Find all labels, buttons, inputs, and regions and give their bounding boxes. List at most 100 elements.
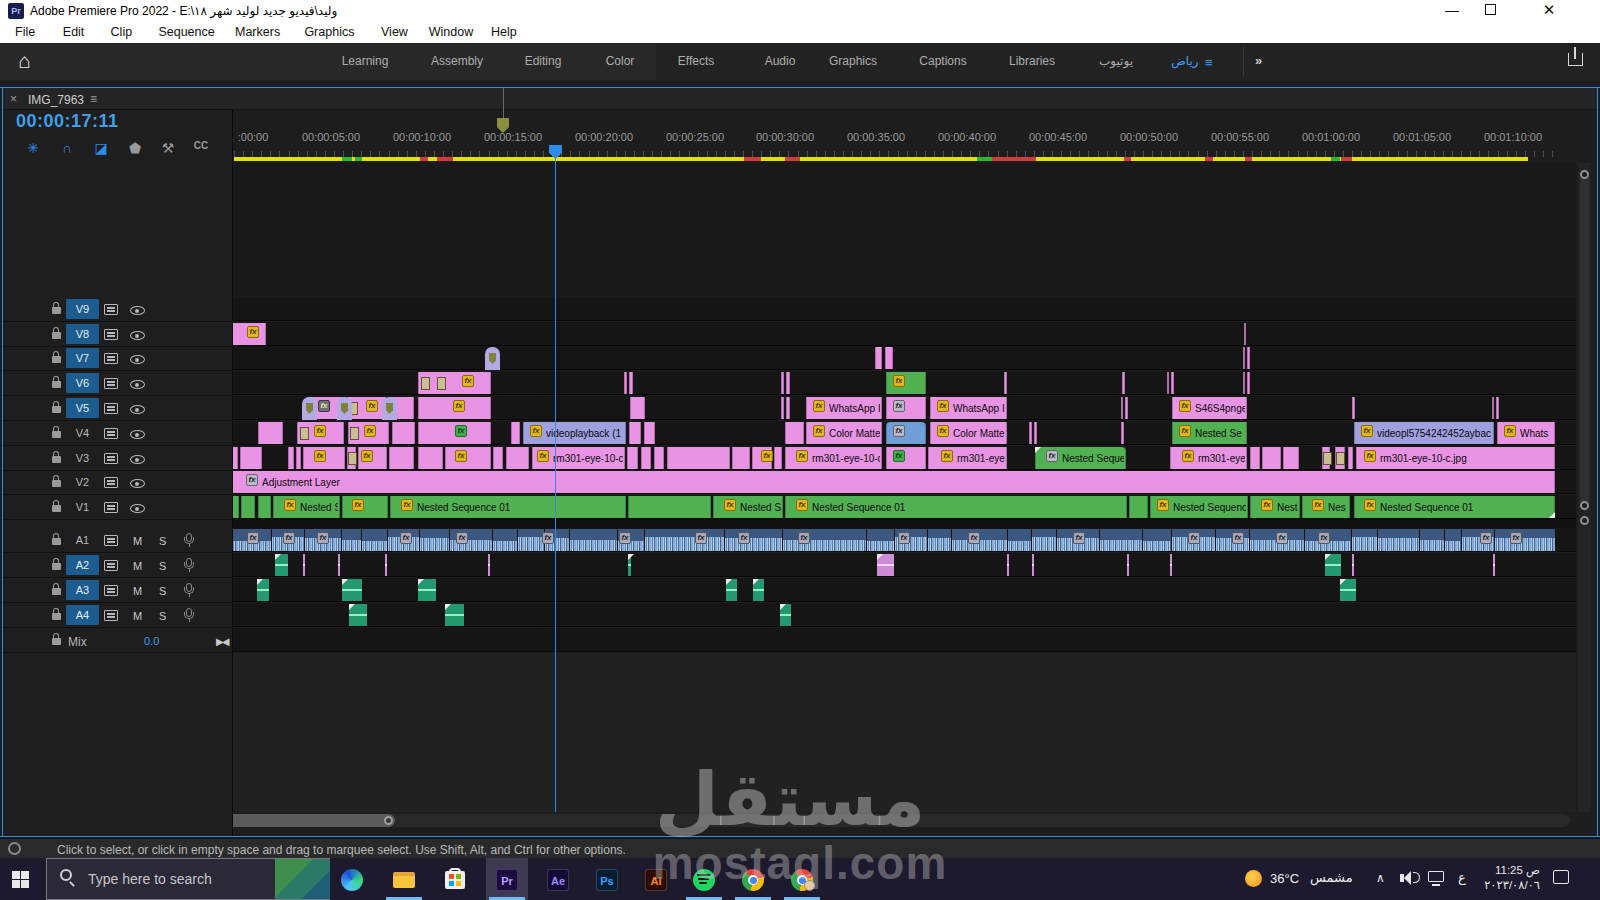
lock-icon[interactable] [52, 307, 61, 314]
timeline-clip[interactable] [644, 422, 655, 444]
timeline-clip[interactable] [1247, 372, 1250, 394]
network-display-icon[interactable] [1428, 871, 1444, 882]
timeline-clip[interactable] [641, 447, 651, 469]
timeline-clip[interactable] [240, 447, 262, 469]
lock-icon[interactable] [52, 431, 61, 438]
track-button-v1[interactable]: V1 [66, 497, 99, 517]
workspace-tab-learning[interactable]: Learning [320, 54, 410, 68]
captions-icon[interactable]: CC [190, 140, 212, 151]
timecode-display[interactable]: 00:00:17:11 [16, 111, 119, 132]
lock-icon[interactable] [52, 638, 61, 645]
lock-icon[interactable] [52, 563, 61, 570]
tray-chevron-icon[interactable]: ∧ [1376, 871, 1385, 885]
weather-condition[interactable]: مشمس [1310, 870, 1353, 885]
solo-button[interactable]: S [159, 535, 166, 547]
track-button-a1[interactable]: A1 [66, 530, 99, 550]
timeline-clip[interactable] [627, 447, 638, 469]
menu-clip[interactable]: Clip [102, 25, 142, 39]
timeline-clip[interactable] [1348, 447, 1353, 469]
timeline-clip[interactable] [667, 447, 730, 469]
timeline-clip[interactable] [885, 347, 893, 369]
timeline-clip[interactable] [1492, 397, 1494, 419]
audio-track-lane[interactable] [233, 603, 1576, 627]
tray-date[interactable]: ٢٠٢٣/٠٨/٠٦ [1472, 878, 1540, 892]
timeline-clip[interactable] [418, 447, 443, 469]
settings-icon[interactable]: ⚒ [157, 140, 179, 156]
timeline-clip[interactable] [1247, 347, 1250, 369]
timeline-clip[interactable] [732, 447, 750, 469]
timeline-clip[interactable] [1244, 323, 1246, 345]
workspace-tab-captions[interactable]: Captions [898, 54, 988, 68]
mute-button[interactable]: M [133, 610, 142, 622]
menu-help[interactable]: Help [482, 25, 526, 39]
lock-icon[interactable] [52, 588, 61, 595]
weather-temp[interactable]: 36°C [1270, 871, 1299, 886]
timeline-clip[interactable] [1121, 422, 1124, 444]
timeline-clip[interactable] [1171, 372, 1174, 394]
linked-selection-icon[interactable]: ◪ [90, 140, 112, 156]
tray-time[interactable]: 11:25 ص [1480, 863, 1540, 877]
timeline-clip[interactable] [781, 372, 784, 394]
timeline-clip[interactable] [1262, 447, 1281, 469]
timeline-clip[interactable] [389, 447, 414, 469]
tray-language[interactable]: ع [1458, 870, 1466, 885]
timeline-clip[interactable] [1029, 422, 1032, 444]
timeline-clip[interactable] [1122, 372, 1125, 394]
track-button-v5[interactable]: V5 [66, 398, 99, 418]
menu-file[interactable]: File [6, 25, 44, 39]
lock-icon[interactable] [52, 406, 61, 413]
menu-sequence[interactable]: Sequence [149, 25, 223, 39]
timeline-clip[interactable] [241, 496, 255, 518]
timeline-clip[interactable] [774, 447, 782, 469]
start-button[interactable] [12, 871, 20, 879]
menu-edit[interactable]: Edit [54, 25, 94, 39]
timeline-clip[interactable] [1125, 397, 1128, 419]
taskbar-icon-premiere[interactable]: Pr [496, 869, 518, 891]
timeline-clip[interactable] [875, 347, 882, 369]
timeline-clip[interactable] [629, 422, 641, 444]
mute-button[interactable]: M [133, 535, 142, 547]
workspace-tab-graphics[interactable]: Graphics [808, 54, 898, 68]
menu-graphics[interactable]: Graphics [295, 25, 363, 39]
timeline-clip[interactable] [392, 422, 415, 444]
workspace-menu-icon[interactable]: ≡ [1205, 55, 1213, 70]
track-button-v4[interactable]: V4 [66, 423, 99, 443]
workspace-tab-effects[interactable]: Effects [651, 54, 741, 68]
vertical-scrollbar-thumb[interactable] [1580, 170, 1589, 510]
mute-button[interactable]: M [133, 585, 142, 597]
solo-button[interactable]: S [159, 585, 166, 597]
audio-track-lane[interactable] [233, 553, 1576, 577]
lock-icon[interactable] [52, 613, 61, 620]
maximize-button[interactable] [1485, 4, 1496, 15]
marker-icon[interactable]: ⬟ [124, 140, 146, 156]
track-button-v2[interactable]: V2 [66, 472, 99, 492]
menu-markers[interactable]: Markers [226, 25, 289, 39]
lock-icon[interactable] [52, 381, 61, 388]
lock-icon[interactable] [52, 538, 61, 545]
notification-center-icon[interactable] [1553, 870, 1569, 884]
solo-button[interactable]: S [159, 560, 166, 572]
taskbar-icon-edge[interactable] [341, 869, 363, 891]
start-button[interactable] [21, 880, 29, 888]
track-button-a4[interactable]: A4 [66, 605, 99, 625]
timeline-clip[interactable] [511, 422, 520, 444]
timeline-clip[interactable] [258, 496, 271, 518]
home-icon[interactable]: ⌂ [18, 49, 31, 73]
mix-volume-value[interactable]: 0.0 [144, 635, 159, 647]
timeline-clip[interactable] [1283, 447, 1299, 469]
minimize-button[interactable]: — [1437, 2, 1467, 18]
timeline-clip[interactable] [1129, 496, 1148, 518]
scrollbar-handle[interactable] [1580, 501, 1589, 510]
track-button-a2[interactable]: A2 [66, 555, 99, 575]
timeline-clip[interactable] [654, 447, 664, 469]
timeline-clip[interactable] [1250, 447, 1260, 469]
timeline-clip[interactable] [493, 447, 503, 469]
scrollbar-handle[interactable] [384, 816, 393, 825]
timeline-clip[interactable] [296, 447, 301, 469]
timeline-clip[interactable] [628, 496, 711, 518]
timeline-clip[interactable] [886, 372, 926, 394]
timeline-panel[interactable]: ×IMG_7963≡:00:0000:00:05:0000:00:10:0000… [0, 87, 1600, 837]
menu-window[interactable]: Window [420, 25, 482, 39]
close-button[interactable]: ✕ [1534, 1, 1564, 19]
timeline-clip[interactable] [1167, 372, 1169, 394]
